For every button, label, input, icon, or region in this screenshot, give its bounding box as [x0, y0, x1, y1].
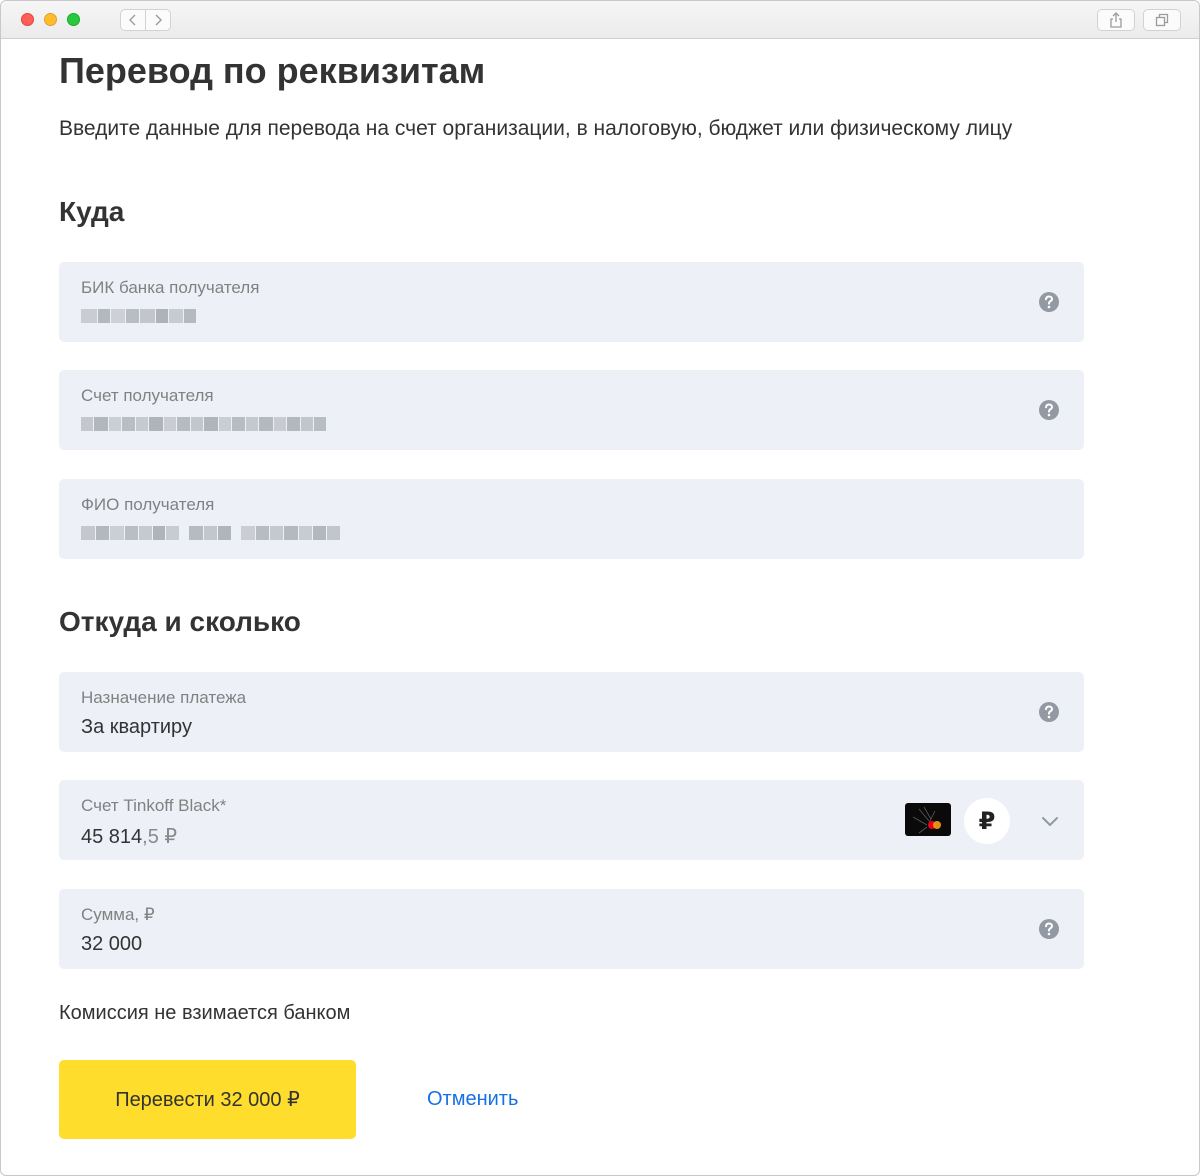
source-account-label: Счет Tinkoff Black*: [81, 796, 227, 815]
recipient-name-value-blurred: [81, 524, 341, 542]
back-button[interactable]: [121, 10, 145, 30]
zoom-window-button[interactable]: [67, 13, 80, 26]
chevron-left-icon: [129, 14, 136, 26]
bik-label: БИК банка получателя: [81, 278, 260, 297]
recipient-account-value-blurred: [81, 415, 327, 433]
amount-value[interactable]: 32 000: [81, 933, 142, 956]
payment-purpose-label: Назначение платежа: [81, 688, 247, 707]
chevron-right-icon: [155, 14, 162, 26]
question-circle-icon[interactable]: [1038, 399, 1060, 421]
balance-decimal: ,5 ₽: [142, 826, 178, 848]
forward-button[interactable]: [145, 10, 170, 30]
browser-window: Перевод по реквизитам Введите данные для…: [0, 0, 1200, 1176]
recipient-name-label: ФИО получателя: [81, 495, 215, 514]
navigation-buttons: [120, 9, 171, 31]
amount-field[interactable]: Сумма, ₽ 32 000: [59, 889, 1084, 969]
submit-transfer-button[interactable]: Перевести 32 000 ₽: [59, 1060, 356, 1139]
minimize-window-button[interactable]: [44, 13, 57, 26]
question-circle-icon[interactable]: [1038, 291, 1060, 313]
question-circle-icon[interactable]: [1038, 701, 1060, 723]
recipient-account-label: Счет получателя: [81, 386, 214, 405]
payment-purpose-value[interactable]: За квартиру: [81, 716, 192, 739]
chevron-down-icon[interactable]: [1039, 810, 1061, 832]
section-title-from: Откуда и сколько: [59, 606, 301, 637]
source-account-balance: 45 814,5 ₽: [81, 824, 177, 849]
recipient-account-field[interactable]: Счет получателя: [59, 370, 1084, 450]
source-account-select[interactable]: Счет Tinkoff Black* 45 814,5 ₽ ₽: [59, 780, 1084, 860]
bik-field[interactable]: БИК банка получателя: [59, 262, 1084, 342]
tabs-icon: [1155, 13, 1169, 27]
balance-main: 45 814: [81, 826, 143, 848]
page-subtitle: Введите данные для перевода на счет орга…: [59, 117, 1013, 140]
recipient-name-field[interactable]: ФИО получателя: [59, 479, 1084, 559]
share-button[interactable]: [1097, 9, 1135, 31]
amount-label: Сумма, ₽: [81, 905, 155, 924]
section-title-to: Куда: [59, 196, 125, 227]
question-circle-icon[interactable]: [1038, 918, 1060, 940]
title-bar: [1, 1, 1199, 39]
bik-value-blurred: [81, 307, 197, 325]
bank-card-icon: [905, 803, 951, 836]
payment-purpose-field[interactable]: Назначение платежа За квартиру: [59, 672, 1084, 752]
page-title: Перевод по реквизитам: [59, 50, 486, 91]
ruble-icon: ₽: [964, 798, 1010, 844]
tabs-overview-button[interactable]: [1143, 9, 1181, 31]
cancel-link[interactable]: Отменить: [427, 1088, 518, 1111]
card-artwork: [912, 806, 941, 834]
commission-note: Комиссия не взимается банком: [59, 1002, 351, 1024]
close-window-button[interactable]: [21, 13, 34, 26]
share-icon: [1110, 12, 1122, 28]
